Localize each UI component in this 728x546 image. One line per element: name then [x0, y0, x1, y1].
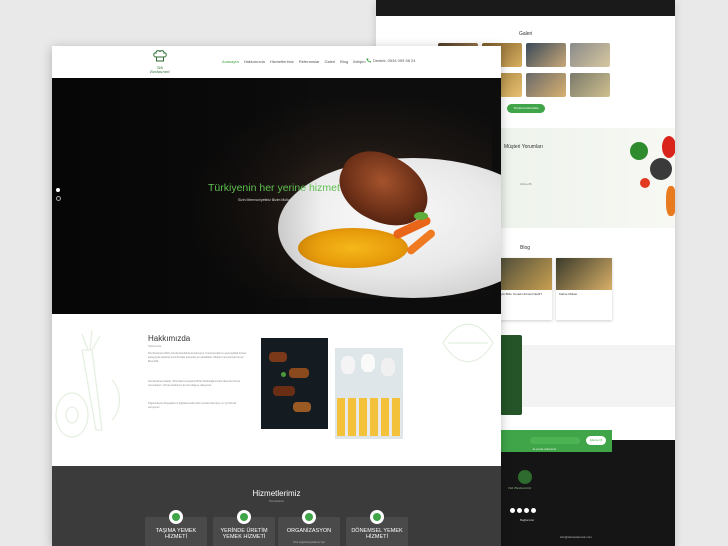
red-pepper-image: [662, 136, 675, 158]
about-paragraph: Organizasyon ihtiyaçlarınız doğrultusund…: [148, 402, 237, 409]
footer-logo-icon: [518, 470, 532, 484]
service-description: Özel organizasyonlarınız için: [293, 541, 325, 544]
chef-hat-icon: [153, 50, 167, 62]
about-photo-skewers: [261, 338, 328, 429]
phone-text: Destek: 0534 059 58 24: [373, 58, 416, 63]
service-card[interactable]: DÖNEMSEL YEMEK HİZMETİ: [346, 510, 408, 546]
nav-item-anasayfa[interactable]: Anasayfa: [222, 59, 239, 64]
green-promo-card: [500, 335, 522, 415]
gallery-tile[interactable]: [570, 73, 610, 97]
blog-title: Blog: [520, 245, 531, 251]
about-paragraph: Tek Restorant 2016 yılında İstanbul'da k…: [148, 352, 247, 363]
gallery-view-all-button[interactable]: Tümünü Görüntüle: [507, 104, 545, 113]
blog-image: [496, 258, 552, 290]
hero-shade-overlay: [52, 78, 501, 314]
blog-card[interactable]: Açık Büfe Yemek Hizmeti Nedir?: [496, 258, 552, 320]
newsletter-input[interactable]: E-posta adresiniz: [530, 437, 580, 451]
service-icon: [237, 510, 251, 524]
blog-post-title: Açık Büfe Yemek Hizmeti Nedir?: [499, 292, 543, 296]
herb-leaf-image: [630, 142, 648, 160]
footer-social-icons: [510, 508, 536, 513]
service-card[interactable]: ORGANİZASYON Özel organizasyonlarınız iç…: [278, 510, 340, 546]
main-nav: Anasayfa Hakkımızda Hizmetlerimiz Refera…: [222, 59, 371, 64]
gray-band: [500, 345, 675, 407]
twitter-icon[interactable]: [517, 508, 522, 513]
blog-post-title: Kahve Molası: [559, 292, 578, 296]
gallery-title: Galeri: [519, 31, 533, 37]
nav-item-blog[interactable]: Blog: [340, 59, 348, 64]
nav-item-hizmetlerimiz[interactable]: Hizmetlerimiz: [270, 59, 294, 64]
newsletter-subscribe-button[interactable]: Abone Ol: [586, 436, 606, 445]
phone-contact[interactable]: Destek: 0534 059 58 24: [366, 58, 415, 63]
services-section: Hizmetlerimiz Hizmetlerimiz TAŞIMA YEMEK…: [52, 466, 501, 546]
leaf-sketch-decoration: [442, 323, 494, 363]
spice-bowl-image: [650, 158, 672, 180]
hero-slider: Türkiyenin her yerine hizmet Sizin Memnu…: [52, 78, 501, 314]
nav-item-hakkimizda[interactable]: Hakkımızda: [244, 59, 265, 64]
about-paragraph: Tek Restorant olarak; Sizin Memnuniyetin…: [148, 380, 240, 387]
slider-dots: [56, 188, 61, 205]
main-page-preview: Tek Restaurant Anasayfa Hakkımızda Hizme…: [52, 46, 501, 546]
blog-card[interactable]: Kahve Molası: [556, 258, 612, 320]
service-label: DÖNEMSEL YEMEK HİZMETİ: [351, 528, 403, 540]
testimonials-section: Müşteri Yorumları Ahmet B.: [500, 128, 675, 228]
facebook-icon[interactable]: [510, 508, 515, 513]
carrot-image: [666, 186, 675, 216]
gallery-tile[interactable]: [526, 73, 566, 97]
slider-dot[interactable]: [56, 196, 61, 201]
testimonial-author: Ahmet B.: [520, 182, 533, 186]
about-section: Hakkımızda Hakkımızda Tek Restorant 2016…: [52, 314, 501, 466]
service-icon: [169, 510, 183, 524]
footer: Tek Restaurant Bağlantılar info@tekresta…: [500, 440, 675, 546]
services-subtitle: Hizmetlerimiz: [269, 500, 284, 503]
newsletter-placeholder: E-posta adresiniz: [533, 447, 557, 451]
nav-item-referanslar[interactable]: Referanslar: [299, 59, 320, 64]
about-subtitle: Hakkımızda: [148, 345, 162, 348]
blog-image: [556, 258, 612, 290]
testimonials-title: Müşteri Yorumları: [504, 144, 543, 150]
service-label: YERİNDE ÜRETİM YEMEK HİZMETİ: [220, 528, 268, 540]
tomato-image: [640, 178, 650, 188]
phone-icon: [366, 58, 371, 63]
footer-heading: Bağlantılar: [520, 518, 535, 522]
slider-dot-active[interactable]: [56, 188, 60, 192]
site-logo[interactable]: Tek Restaurant: [148, 49, 172, 75]
footer-contact: info@tekrestaurant.com: [560, 535, 592, 539]
logo-text: Tek Restaurant: [150, 66, 170, 74]
service-icon: [370, 510, 384, 524]
service-card[interactable]: TAŞIMA YEMEK HİZMETİ: [145, 510, 207, 546]
instagram-icon[interactable]: [524, 508, 529, 513]
site-header: Tek Restaurant Anasayfa Hakkımızda Hizme…: [52, 46, 501, 78]
gallery-tile[interactable]: [570, 43, 610, 67]
showcase-canvas: Galeri Tümünü Görüntüle Müşteri Yorumlar…: [0, 0, 728, 546]
service-icon: [302, 510, 316, 524]
newsletter-bar: E-posta adresiniz Abone Ol: [500, 430, 612, 452]
about-title: Hakkımızda: [148, 334, 191, 343]
about-photo-chefs: [335, 348, 403, 439]
footer-logo-text: Tek Restaurant: [508, 486, 532, 490]
service-label: TAŞIMA YEMEK HİZMETİ: [155, 528, 197, 540]
hero-title: Türkiyenin her yerine hizmet: [208, 182, 340, 194]
service-label: ORGANİZASYON: [286, 528, 332, 534]
hero-subtitle: Sizin Memnuniyetiniz Bizim Mutluluğumuzd…: [238, 198, 309, 202]
gallery-tile[interactable]: [526, 43, 566, 67]
youtube-icon[interactable]: [531, 508, 536, 513]
top-dark-band: [376, 0, 675, 16]
vegetable-sketch-decoration: [55, 329, 121, 438]
nav-item-galeri[interactable]: Galeri: [325, 59, 336, 64]
services-title: Hizmetlerimiz: [252, 489, 301, 498]
service-card[interactable]: YERİNDE ÜRETİM YEMEK HİZMETİ: [213, 510, 275, 546]
nav-item-iletisim[interactable]: İletişim: [353, 59, 365, 64]
